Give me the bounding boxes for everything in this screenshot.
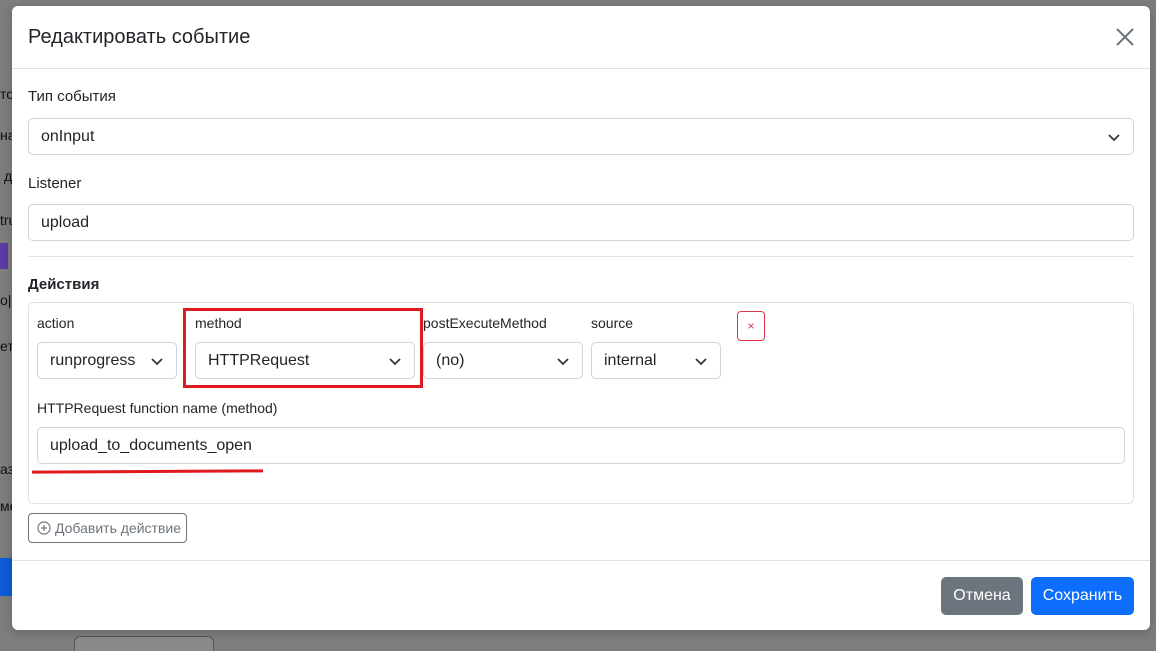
footer-divider bbox=[12, 560, 1150, 561]
event-type-value: onInput bbox=[41, 127, 95, 145]
action-label: action bbox=[37, 315, 75, 331]
close-icon[interactable] bbox=[1114, 26, 1136, 48]
chevron-down-icon bbox=[1108, 133, 1120, 141]
modal-header: Редактировать событие bbox=[12, 6, 1150, 69]
source-label: source bbox=[591, 315, 634, 331]
event-type-label: Тип события bbox=[28, 88, 116, 105]
action-select[interactable]: runprogress bbox=[37, 342, 177, 379]
bg-text-fragment: д bbox=[4, 168, 13, 184]
add-action-label: Добавить действие bbox=[55, 520, 181, 536]
bg-badge bbox=[0, 243, 8, 269]
listener-input[interactable]: upload bbox=[28, 204, 1134, 241]
save-button[interactable]: Сохранить bbox=[1031, 577, 1134, 615]
cancel-button[interactable]: Отмена bbox=[941, 577, 1023, 615]
function-name-label: HTTPRequest function name (method) bbox=[37, 400, 278, 416]
listener-value: upload bbox=[41, 213, 90, 231]
modal-title: Редактировать событие bbox=[28, 26, 251, 48]
section-divider bbox=[28, 256, 1134, 257]
bg-button bbox=[0, 558, 12, 596]
chevron-down-icon bbox=[151, 357, 163, 365]
edit-event-modal: Редактировать событие Тип события onInpu… bbox=[12, 6, 1150, 630]
method-highlight-annotation bbox=[183, 308, 423, 388]
function-name-value: upload_to_documents_open bbox=[50, 436, 252, 454]
event-type-select[interactable]: onInput bbox=[28, 118, 1134, 155]
bg-text-fragment: о| bbox=[0, 292, 12, 308]
chevron-down-icon bbox=[557, 357, 569, 365]
action-value: runprogress bbox=[50, 351, 136, 369]
post-execute-select[interactable]: (no) bbox=[423, 342, 583, 379]
post-execute-value: (no) bbox=[436, 351, 465, 369]
post-execute-label: postExecuteMethod bbox=[423, 315, 547, 331]
remove-action-button[interactable]: × bbox=[737, 311, 765, 341]
function-name-input[interactable]: upload_to_documents_open bbox=[37, 427, 1125, 464]
add-action-button[interactable]: Добавить действие bbox=[28, 513, 187, 543]
actions-heading: Действия bbox=[28, 276, 100, 293]
chevron-down-icon bbox=[695, 357, 707, 365]
source-value: internal bbox=[604, 351, 657, 369]
listener-label: Listener bbox=[28, 175, 82, 192]
source-select[interactable]: internal bbox=[591, 342, 721, 379]
plus-circle-icon bbox=[37, 521, 51, 535]
